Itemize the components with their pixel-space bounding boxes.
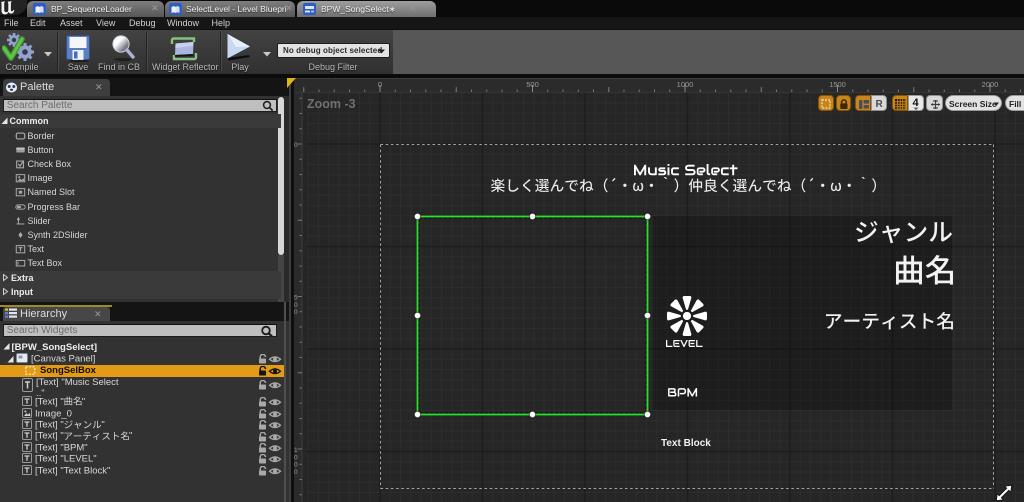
svg-text:0: 0 xyxy=(378,80,382,89)
svg-text:0: 0 xyxy=(294,302,298,309)
svg-text:0: 0 xyxy=(294,142,298,149)
svg-text:2000: 2000 xyxy=(982,80,999,89)
svg-text:500: 500 xyxy=(526,80,539,89)
svg-text:1500: 1500 xyxy=(829,80,846,89)
svg-text:5: 5 xyxy=(294,295,298,302)
svg-text:0: 0 xyxy=(294,309,298,316)
svg-text:0: 0 xyxy=(294,469,298,476)
svg-text:0: 0 xyxy=(294,462,298,469)
svg-text:0: 0 xyxy=(294,454,298,461)
svg-text:1: 1 xyxy=(294,447,298,454)
svg-text:1000: 1000 xyxy=(677,80,694,89)
